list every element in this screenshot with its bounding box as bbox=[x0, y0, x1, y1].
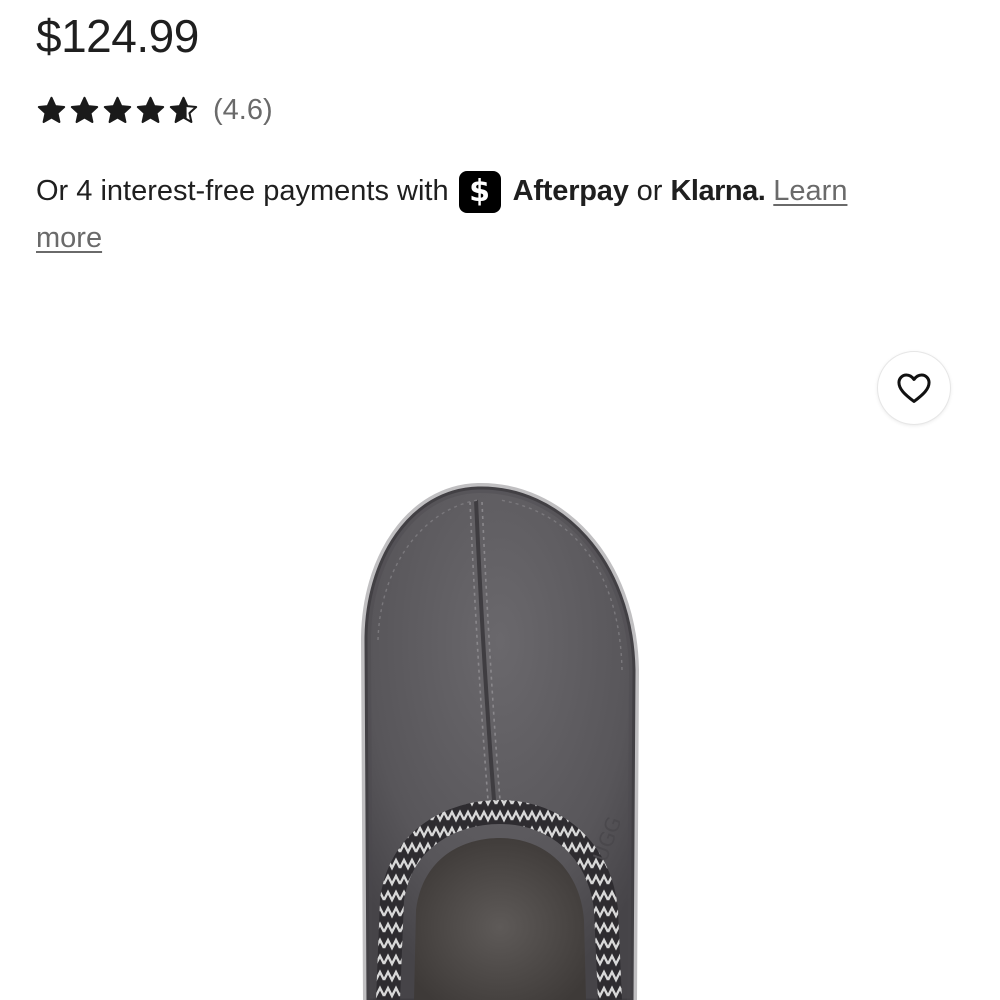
dollar-icon: $ bbox=[469, 173, 491, 209]
klarna-logo: Klarna. bbox=[670, 175, 766, 207]
star-half-icon bbox=[169, 96, 198, 123]
product-image[interactable]: UGG bbox=[0, 440, 1000, 1000]
rating-value: (4.6) bbox=[213, 94, 273, 126]
star-full-icon bbox=[70, 96, 99, 123]
star-full-icon bbox=[37, 96, 66, 123]
heart-outline-icon bbox=[897, 373, 931, 403]
afterpay-logo: Afterpay bbox=[512, 175, 629, 207]
star-full-icon bbox=[103, 96, 132, 123]
rating-stars bbox=[36, 95, 199, 126]
wishlist-button[interactable] bbox=[878, 352, 950, 424]
afterpay-icon: $ bbox=[458, 170, 501, 213]
learn-more-link-part1[interactable]: Learn bbox=[773, 168, 847, 215]
product-rating[interactable]: (4.6) bbox=[36, 90, 273, 130]
payment-options: Or 4 interest-free payments with $ After… bbox=[36, 168, 936, 262]
or-text: or bbox=[636, 175, 663, 207]
learn-more-link-part2[interactable]: more bbox=[36, 215, 936, 262]
product-page: $124.99 (4.6) Or 4 interest-free payment… bbox=[0, 0, 1000, 1000]
payments-text: Or 4 interest-free payments with bbox=[36, 175, 449, 207]
product-price: $124.99 bbox=[36, 10, 199, 62]
star-full-icon bbox=[136, 96, 165, 123]
